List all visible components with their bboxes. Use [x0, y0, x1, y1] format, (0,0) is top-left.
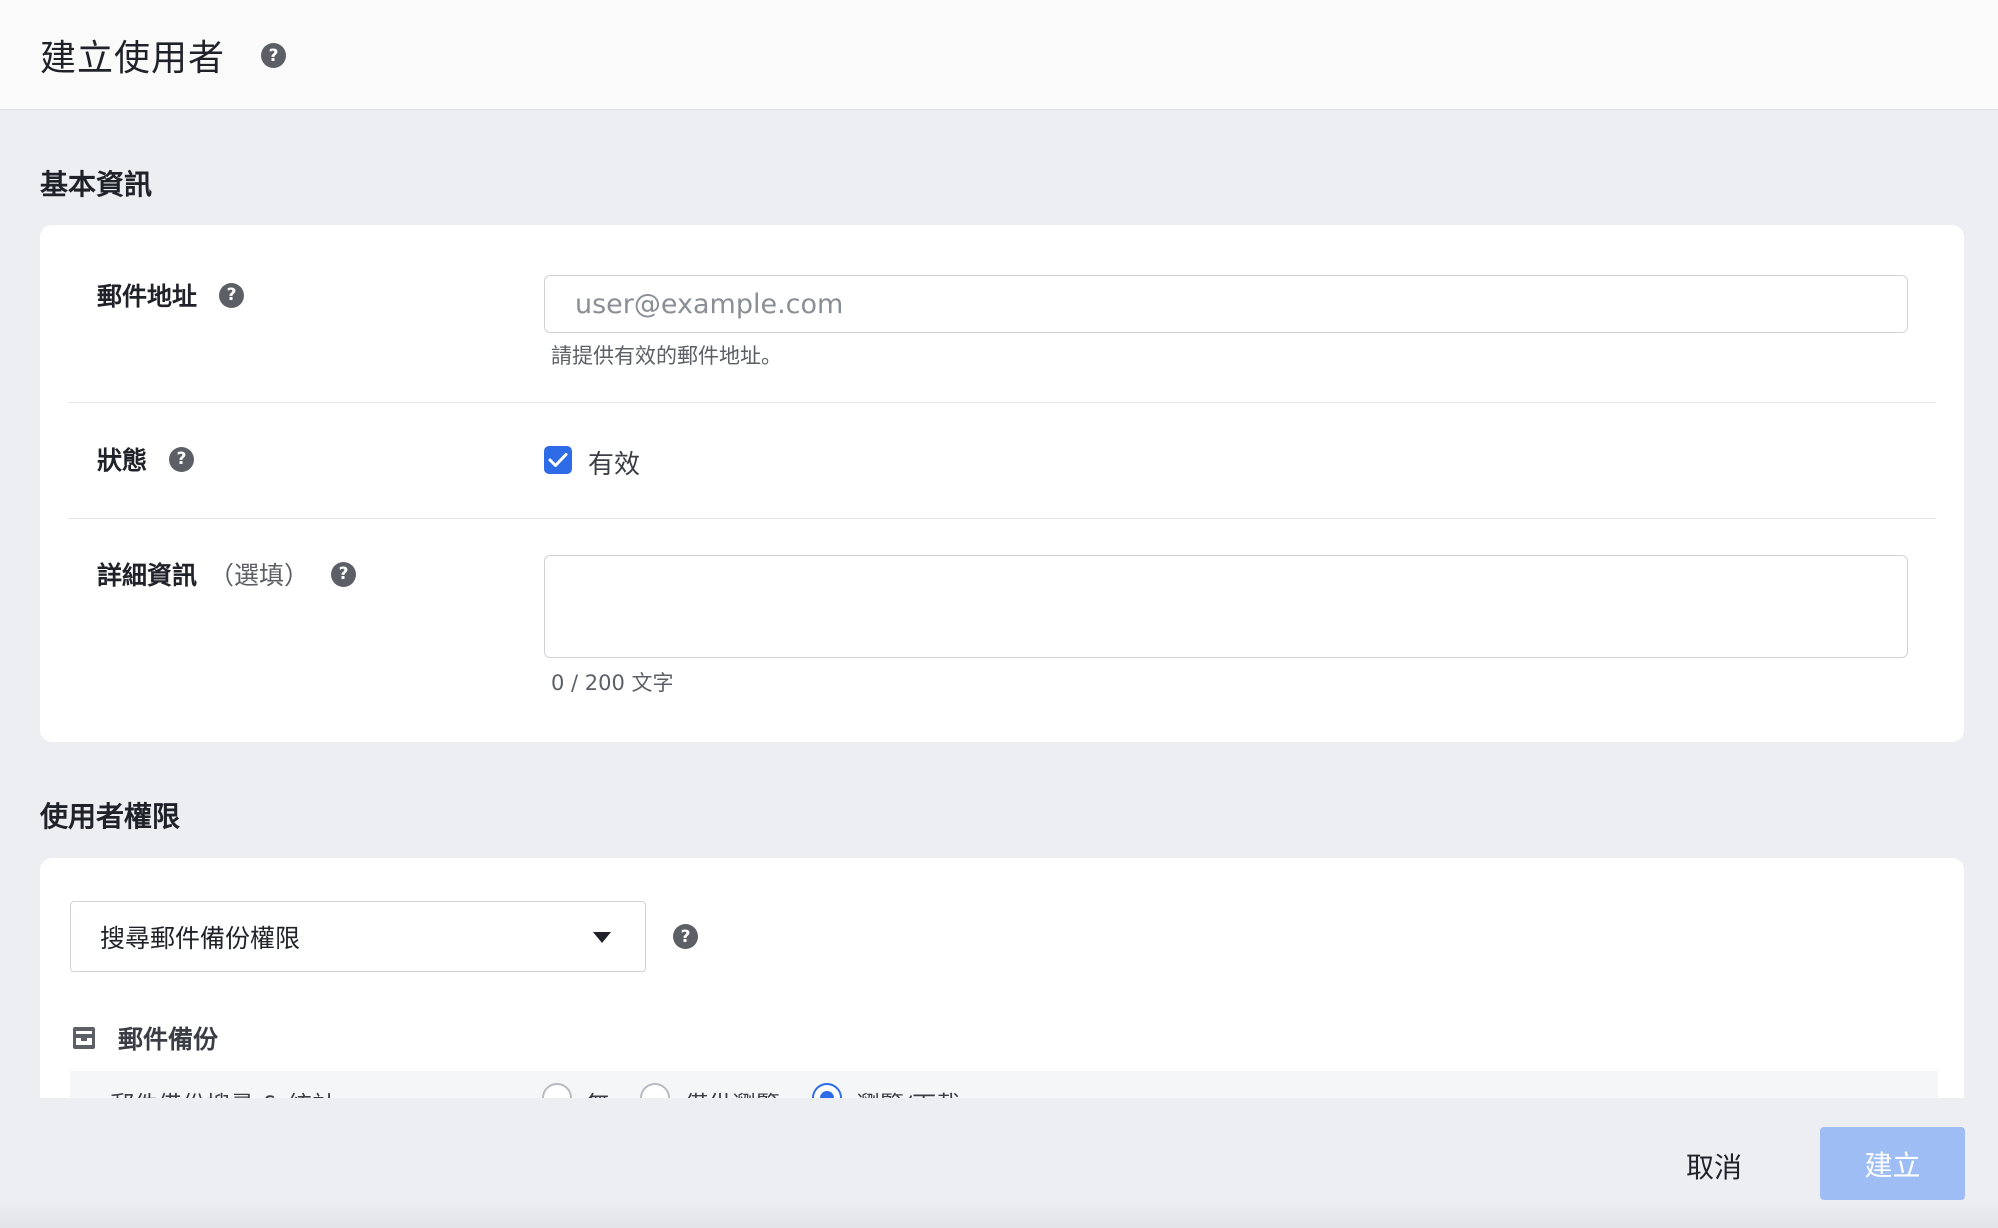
details-label: 詳細資訊 — [97, 561, 198, 590]
radio-view-download[interactable] — [812, 1083, 842, 1098]
chevron-down-icon — [593, 932, 611, 943]
archive-icon — [73, 1027, 95, 1049]
radio-view-only-label[interactable]: 僅供瀏覽 — [684, 1085, 780, 1098]
email-field[interactable]: user@example.com — [544, 275, 1908, 333]
cancel-button[interactable]: 取消 — [1664, 1131, 1764, 1201]
section-title-permissions: 使用者權限 — [40, 800, 181, 833]
divider — [68, 402, 1936, 403]
page-header: 建立使用者 ? — [0, 0, 1998, 110]
status-active-label[interactable]: 有效 — [588, 444, 640, 481]
create-button[interactable]: 建立 — [1820, 1127, 1965, 1200]
status-active-checkbox[interactable] — [544, 446, 572, 474]
mail-backup-subheading: 郵件備份 — [72, 1020, 218, 1056]
details-textarea[interactable] — [544, 555, 1908, 658]
permission-row-label: 郵件備份搜尋 & 統計 — [110, 1085, 336, 1098]
details-char-counter: 0 / 200 文字 — [551, 671, 674, 695]
radio-none-label[interactable]: 無 — [586, 1085, 610, 1098]
help-icon[interactable]: ? — [673, 924, 698, 949]
permission-type-value: 搜尋郵件備份權限 — [100, 923, 301, 953]
permission-type-select[interactable]: 搜尋郵件備份權限 — [70, 901, 646, 972]
footer-bar: 取消 建立 — [0, 1098, 1998, 1228]
radio-none[interactable] — [542, 1083, 572, 1098]
permission-row: 郵件備份搜尋 & 統計 無 僅供瀏覽 瀏覽/下載 — [70, 1071, 1938, 1098]
basic-info-card: 郵件地址 ? user@example.com 請提供有效的郵件地址。 狀態 ?… — [40, 225, 1964, 742]
email-label-group: 郵件地址 ? — [97, 277, 245, 313]
status-label-group: 狀態 ? — [97, 441, 195, 477]
section-title-basic: 基本資訊 — [40, 168, 153, 201]
status-label: 狀態 — [97, 446, 148, 475]
permissions-card: 搜尋郵件備份權限 ? 郵件備份 郵件備份搜尋 & 統計 無 僅供瀏覽 瀏覽/下載 — [40, 858, 1964, 1098]
divider — [68, 518, 1936, 519]
radio-view-only[interactable] — [640, 1083, 670, 1098]
email-label: 郵件地址 — [97, 282, 198, 311]
check-icon — [548, 453, 568, 467]
help-icon[interactable]: ? — [331, 561, 357, 587]
radio-view-download-label[interactable]: 瀏覽/下載 — [856, 1085, 960, 1098]
page-title: 建立使用者 — [40, 37, 226, 79]
help-icon[interactable]: ? — [169, 446, 195, 472]
help-icon[interactable]: ? — [261, 43, 287, 68]
email-hint: 請提供有效的郵件地址。 — [551, 344, 782, 368]
help-icon[interactable]: ? — [219, 282, 245, 308]
mail-backup-label: 郵件備份 — [118, 1025, 219, 1054]
details-label-group: 詳細資訊 （選填） ? — [97, 556, 357, 592]
details-optional-label: （選填） — [209, 561, 310, 590]
